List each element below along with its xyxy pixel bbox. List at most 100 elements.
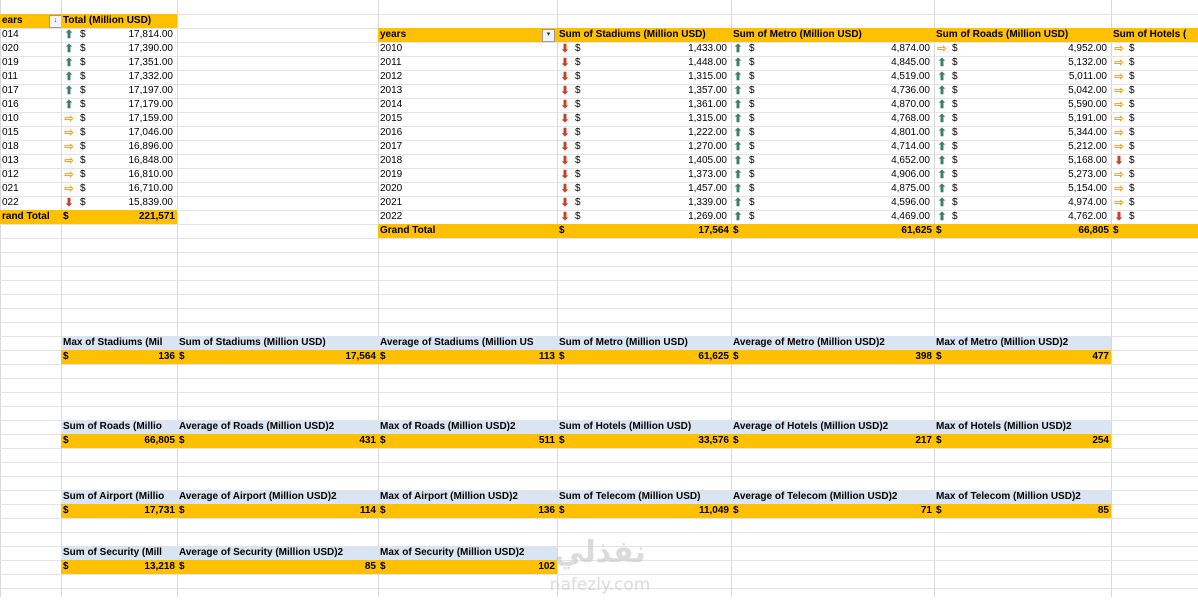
summary-label[interactable]: Max of Metro (Million USD)2 — [934, 336, 1111, 350]
summary-label[interactable]: Sum of Security (Mill — [61, 546, 177, 560]
pivot1-value-cell[interactable]: 16,810.00 — [92, 168, 175, 182]
pivot2-year-cell[interactable]: 2016 — [378, 126, 557, 140]
summary-label[interactable]: Average of Security (Million USD)2 — [177, 546, 378, 560]
pivot1-year-cell[interactable]: 019 — [0, 56, 61, 70]
summary-label[interactable]: Max of Telecom (Million USD)2 — [934, 490, 1111, 504]
pivot1-grand-total-label[interactable]: rand Total — [0, 210, 61, 224]
summary-label[interactable]: Max of Airport (Million USD)2 — [378, 490, 557, 504]
pivot1-year-cell[interactable]: 015 — [0, 126, 61, 140]
pivot2-year-cell[interactable]: 2019 — [378, 168, 557, 182]
pivot2-year-cell[interactable]: 2011 — [378, 56, 557, 70]
summary-label[interactable]: Average of Metro (Million USD)2 — [731, 336, 934, 350]
summary-label[interactable]: Max of Security (Million USD)2 — [378, 546, 557, 560]
pivot2-roads-cell[interactable]: 4,952.00 — [964, 42, 1109, 56]
pivot1-value-cell[interactable]: 17,159.00 — [92, 112, 175, 126]
pivot1-value-cell[interactable]: 17,390.00 — [92, 42, 175, 56]
pivot2-roads-cell[interactable]: 5,191.00 — [964, 112, 1109, 126]
pivot2-year-cell[interactable]: 2020 — [378, 182, 557, 196]
pivot1-year-cell[interactable]: 022 — [0, 196, 61, 210]
pivot2-stadiums-cell[interactable]: 1,448.00 — [587, 56, 729, 70]
pivot2-year-cell[interactable]: 2014 — [378, 98, 557, 112]
pivot2-metro-cell[interactable]: 4,906.00 — [761, 168, 932, 182]
pivot2-year-cell[interactable]: 2012 — [378, 70, 557, 84]
pivot2-stadiums-cell[interactable]: 1,433.00 — [587, 42, 729, 56]
pivot1-year-cell[interactable]: 011 — [0, 70, 61, 84]
pivot2-year-cell[interactable]: 2013 — [378, 84, 557, 98]
summary-label[interactable]: Average of Stadiums (Million US — [378, 336, 557, 350]
summary-value[interactable]: 17,564 — [193, 350, 378, 364]
summary-value[interactable]: 102 — [394, 560, 557, 574]
pivot2-metro-cell[interactable]: 4,736.00 — [761, 84, 932, 98]
pivot2-metro-cell[interactable]: 4,714.00 — [761, 140, 932, 154]
summary-value[interactable]: 85 — [193, 560, 378, 574]
pivot2-stadiums-cell[interactable]: 1,339.00 — [587, 196, 729, 210]
pivot2-filter-button[interactable]: ▾ — [542, 29, 555, 42]
summary-value[interactable]: 33,576 — [573, 434, 731, 448]
pivot2-stadiums-header[interactable]: Sum of Stadiums (Million USD) — [557, 28, 731, 42]
pivot2-stadiums-cell[interactable]: 1,269.00 — [587, 210, 729, 224]
pivot1-year-cell[interactable]: 020 — [0, 42, 61, 56]
summary-value[interactable]: 113 — [394, 350, 557, 364]
pivot2-metro-cell[interactable]: 4,652.00 — [761, 154, 932, 168]
pivot2-year-cell[interactable]: 2010 — [378, 42, 557, 56]
pivot2-stadiums-cell[interactable]: 1,270.00 — [587, 140, 729, 154]
pivot2-metro-cell[interactable]: 4,768.00 — [761, 112, 932, 126]
summary-label[interactable]: Sum of Metro (Million USD) — [557, 336, 731, 350]
spreadsheet-grid[interactable]: ears ↓ Total (Million USD) 014 ⬆ $17,814.00 02… — [0, 0, 1198, 597]
pivot2-hotels-header[interactable]: Sum of Hotels ( — [1111, 28, 1198, 42]
summary-value[interactable]: 11,049 — [573, 504, 731, 518]
summary-value[interactable]: 254 — [950, 434, 1111, 448]
summary-value[interactable]: 398 — [747, 350, 934, 364]
pivot2-metro-cell[interactable]: 4,596.00 — [761, 196, 932, 210]
pivot2-grand-roads[interactable]: 66,805 — [950, 224, 1111, 238]
summary-value[interactable]: 61,625 — [573, 350, 731, 364]
pivot1-year-cell[interactable]: 012 — [0, 168, 61, 182]
pivot1-total-header[interactable]: Total (Million USD) — [61, 14, 177, 28]
pivot1-value-cell[interactable]: 16,896.00 — [92, 140, 175, 154]
pivot2-roads-cell[interactable]: 5,154.00 — [964, 182, 1109, 196]
summary-value[interactable]: 66,805 — [77, 434, 177, 448]
pivot2-metro-cell[interactable]: 4,801.00 — [761, 126, 932, 140]
pivot1-year-cell[interactable]: 021 — [0, 182, 61, 196]
summary-value[interactable]: 71 — [747, 504, 934, 518]
summary-label[interactable]: Sum of Hotels (Million USD) — [557, 420, 731, 434]
pivot1-year-cell[interactable]: 016 — [0, 98, 61, 112]
pivot1-year-cell[interactable]: 010 — [0, 112, 61, 126]
pivot2-roads-cell[interactable]: 5,042.00 — [964, 84, 1109, 98]
pivot1-year-cell[interactable]: 014 — [0, 28, 61, 42]
pivot2-metro-cell[interactable]: 4,875.00 — [761, 182, 932, 196]
summary-value[interactable]: 217 — [747, 434, 934, 448]
pivot2-years-header[interactable]: years — [378, 28, 557, 42]
summary-value[interactable]: 136 — [77, 350, 177, 364]
summary-label[interactable]: Max of Roads (Million USD)2 — [378, 420, 557, 434]
pivot2-stadiums-cell[interactable]: 1,315.00 — [587, 70, 729, 84]
summary-label[interactable]: Max of Stadiums (Mil — [61, 336, 177, 350]
pivot2-stadiums-cell[interactable]: 1,357.00 — [587, 84, 729, 98]
pivot2-year-cell[interactable]: 2015 — [378, 112, 557, 126]
summary-label[interactable]: Max of Hotels (Million USD)2 — [934, 420, 1111, 434]
pivot2-roads-header[interactable]: Sum of Roads (Million USD) — [934, 28, 1111, 42]
summary-label[interactable]: Sum of Telecom (Million USD) — [557, 490, 731, 504]
summary-label[interactable]: Average of Airport (Million USD)2 — [177, 490, 378, 504]
pivot2-roads-cell[interactable]: 5,168.00 — [964, 154, 1109, 168]
pivot2-year-cell[interactable]: 2021 — [378, 196, 557, 210]
pivot2-roads-cell[interactable]: 5,212.00 — [964, 140, 1109, 154]
pivot2-stadiums-cell[interactable]: 1,315.00 — [587, 112, 729, 126]
pivot1-value-cell[interactable]: 17,179.00 — [92, 98, 175, 112]
summary-value[interactable]: 431 — [193, 434, 378, 448]
summary-value[interactable]: 136 — [394, 504, 557, 518]
pivot1-year-cell[interactable]: 017 — [0, 84, 61, 98]
summary-label[interactable]: Sum of Roads (Millio — [61, 420, 177, 434]
summary-value[interactable]: 477 — [950, 350, 1111, 364]
pivot2-stadiums-cell[interactable]: 1,373.00 — [587, 168, 729, 182]
summary-label[interactable]: Average of Telecom (Million USD)2 — [731, 490, 934, 504]
pivot2-metro-cell[interactable]: 4,519.00 — [761, 70, 932, 84]
pivot2-year-cell[interactable]: 2018 — [378, 154, 557, 168]
pivot2-year-cell[interactable]: 2017 — [378, 140, 557, 154]
pivot2-metro-cell[interactable]: 4,870.00 — [761, 98, 932, 112]
pivot1-value-cell[interactable]: 17,197.00 — [92, 84, 175, 98]
pivot1-value-cell[interactable]: 17,332.00 — [92, 70, 175, 84]
pivot2-roads-cell[interactable]: 5,011.00 — [964, 70, 1109, 84]
pivot2-stadiums-cell[interactable]: 1,361.00 — [587, 98, 729, 112]
pivot2-metro-cell[interactable]: 4,845.00 — [761, 56, 932, 70]
